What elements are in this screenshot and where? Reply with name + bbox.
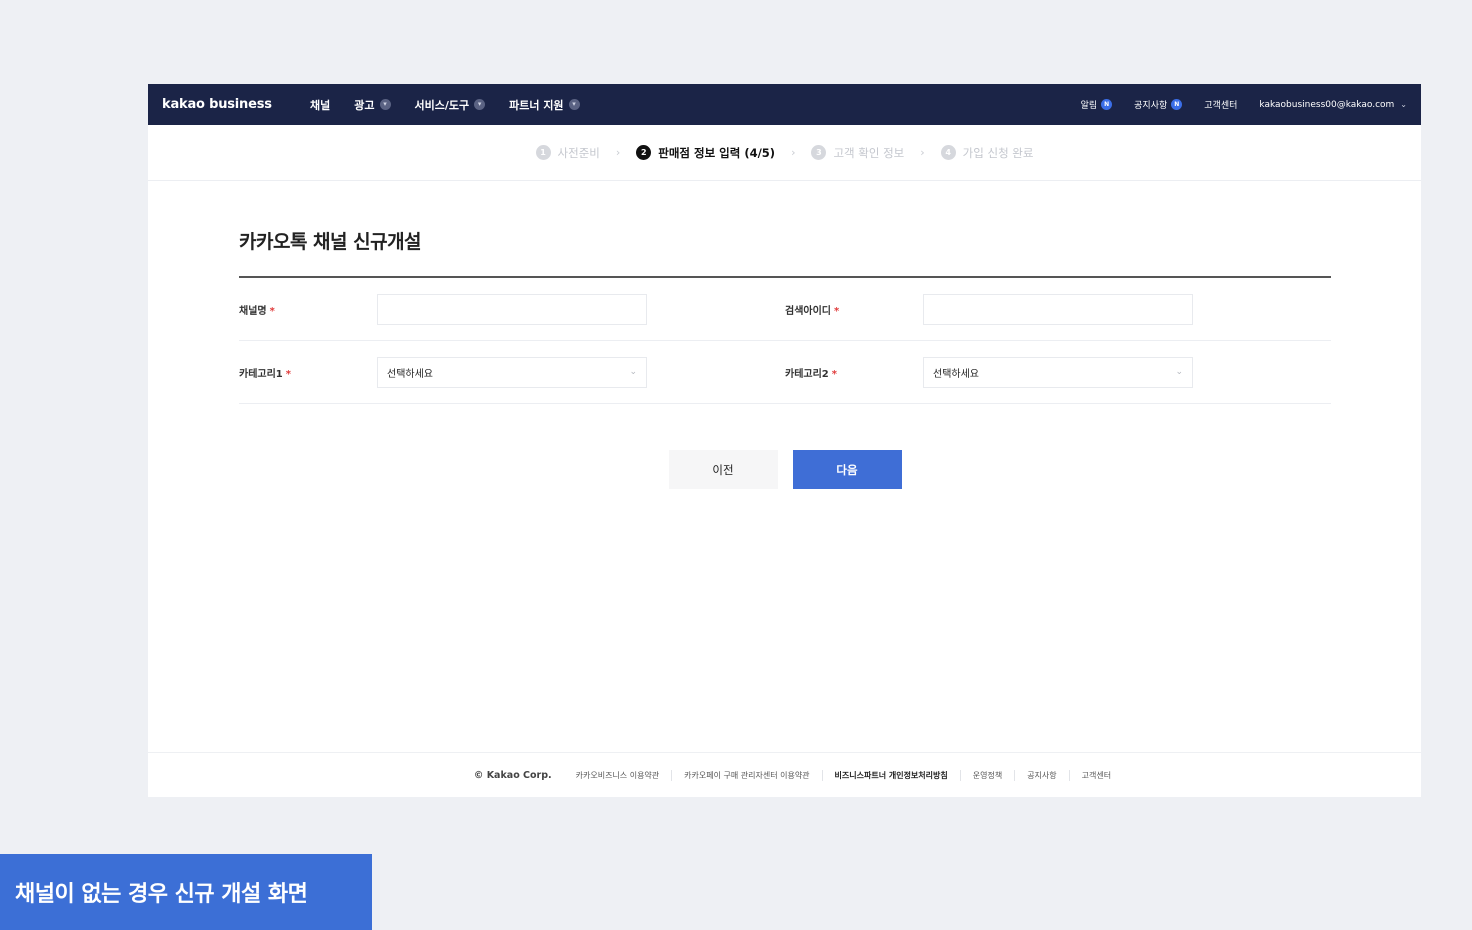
signup-stepper: 1 사전준비 › 2 판매점 정보 입력 (4/5) › 3 고객 확인 정보 …	[148, 125, 1421, 181]
step-label: 고객 확인 정보	[833, 145, 905, 160]
brand-logo[interactable]: kakao business	[162, 97, 310, 112]
support-center-link[interactable]: 고객센터	[1204, 98, 1237, 111]
previous-button[interactable]: 이전	[668, 450, 778, 489]
chevron-right-icon: ›	[615, 146, 621, 159]
category1-select[interactable]: 선택하세요 ⌄	[377, 356, 647, 388]
nav-item-label: 파트너 지원	[509, 98, 564, 112]
category2-field: 카테고리2 * 선택하세요 ⌄	[785, 356, 1331, 388]
copyright: © Kakao Corp.	[473, 769, 552, 781]
support-center-label: 고객센터	[1204, 101, 1238, 111]
step-prepare: 1 사전준비	[535, 145, 600, 161]
new-badge: N	[1171, 99, 1183, 110]
footer: © Kakao Corp. 카카오비즈니스 이용약관 카카오페이 구매 관리자센…	[148, 752, 1421, 797]
select-value: 선택하세요	[387, 368, 433, 380]
footer-link-privacy-policy[interactable]: 비즈니스파트너 개인정보처리방침	[821, 769, 960, 781]
step-complete: 4 가입 신청 완료	[940, 145, 1034, 161]
required-mark: *	[285, 368, 291, 380]
step-number: 2	[636, 145, 652, 160]
nav-item-ads[interactable]: 광고 ▾	[354, 97, 391, 113]
chevron-down-icon: ⌄	[1400, 100, 1407, 109]
nav-item-services-tools[interactable]: 서비스/도구 ▾	[415, 97, 486, 113]
search-id-input[interactable]	[923, 293, 1193, 325]
nav-item-label: 광고	[354, 98, 375, 112]
step-number: 3	[811, 145, 827, 160]
form-actions: 이전 다음	[239, 450, 1331, 489]
step-number: 1	[535, 145, 551, 160]
chevron-down-icon: ▾	[474, 99, 486, 110]
footer-link-announcements[interactable]: 공지사항	[1014, 769, 1068, 781]
required-mark: *	[269, 305, 275, 317]
field-label: 채널명 *	[239, 302, 377, 317]
app-window: kakao business 채널 광고 ▾ 서비스/도구 ▾ 파트너 지원 ▾…	[148, 84, 1421, 797]
account-menu[interactable]: kakaobusiness00@kakao.com ⌄	[1259, 100, 1407, 110]
screen-caption: 채널이 없는 경우 신규 개설 화면	[0, 854, 372, 930]
step-label: 가입 신청 완료	[962, 145, 1034, 160]
form-row: 카테고리1 * 선택하세요 ⌄ 카테고리2 * 선택하세요 ⌄	[239, 341, 1331, 404]
announcements-label: 공지사항	[1134, 101, 1168, 111]
category2-label: 카테고리2	[785, 368, 829, 380]
footer-link-support-center[interactable]: 고객센터	[1068, 769, 1123, 781]
step-store-info: 2 판매점 정보 입력 (4/5)	[636, 145, 775, 161]
step-number: 4	[940, 145, 956, 160]
field-label: 검색아이디 *	[785, 302, 923, 317]
next-button[interactable]: 다음	[792, 450, 902, 489]
main-nav: 채널 광고 ▾ 서비스/도구 ▾ 파트너 지원 ▾	[310, 97, 580, 113]
new-badge: N	[1101, 99, 1113, 110]
field-label: 카테고리2 *	[785, 365, 923, 380]
chevron-down-icon: ▾	[379, 99, 391, 110]
footer-link-kakao-business-terms[interactable]: 카카오비즈니스 이용약관	[576, 770, 672, 781]
step-customer-info: 3 고객 확인 정보	[811, 145, 904, 161]
select-value: 선택하세요	[933, 368, 979, 380]
category2-select[interactable]: 선택하세요 ⌄	[923, 356, 1193, 388]
chevron-right-icon: ›	[791, 146, 796, 159]
category1-label: 카테고리1	[239, 368, 283, 380]
channel-name-label: 채널명	[239, 305, 267, 317]
chevron-down-icon: ⌄	[629, 367, 637, 377]
channel-name-field: 채널명 *	[239, 293, 785, 325]
chevron-right-icon: ›	[920, 146, 925, 159]
nav-item-channel[interactable]: 채널	[310, 97, 330, 113]
nav-item-partner-support[interactable]: 파트너 지원 ▾	[509, 97, 580, 113]
required-mark: *	[834, 305, 840, 317]
channel-name-input[interactable]	[377, 293, 647, 325]
utility-nav: 알림 N 공지사항 N 고객센터 kakaobusiness00@kakao.c…	[1081, 98, 1407, 111]
account-email: kakaobusiness00@kakao.com	[1259, 99, 1395, 110]
field-label: 카테고리1 *	[239, 365, 377, 380]
announcements-link[interactable]: 공지사항 N	[1134, 98, 1183, 111]
notifications-label: 알림	[1080, 101, 1098, 111]
form-row: 채널명 * 검색아이디 *	[239, 278, 1331, 341]
chevron-down-icon: ⌄	[1175, 367, 1183, 377]
nav-item-label: 서비스/도구	[414, 98, 470, 112]
notifications-link[interactable]: 알림 N	[1081, 98, 1113, 111]
main-content: 카카오톡 채널 신규개설 채널명 * 검색아이디 * 카테고리1 * 선택하세요…	[148, 227, 1421, 489]
top-navigation-bar: kakao business 채널 광고 ▾ 서비스/도구 ▾ 파트너 지원 ▾…	[148, 84, 1421, 125]
chevron-down-icon: ▾	[568, 99, 580, 110]
search-id-field: 검색아이디 *	[785, 293, 1331, 325]
step-label: 판매점 정보 입력 (4/5)	[658, 145, 776, 160]
category1-field: 카테고리1 * 선택하세요 ⌄	[239, 356, 785, 388]
step-label: 사전준비	[557, 145, 600, 160]
search-id-label: 검색아이디	[785, 305, 831, 317]
page-title: 카카오톡 채널 신규개설	[239, 227, 1331, 278]
required-mark: *	[831, 368, 837, 380]
footer-link-operation-policy[interactable]: 운영정책	[959, 769, 1014, 781]
nav-item-label: 채널	[310, 98, 331, 112]
footer-link-kakaopay-terms[interactable]: 카카오페이 구매 관리자센터 이용약관	[671, 769, 821, 781]
